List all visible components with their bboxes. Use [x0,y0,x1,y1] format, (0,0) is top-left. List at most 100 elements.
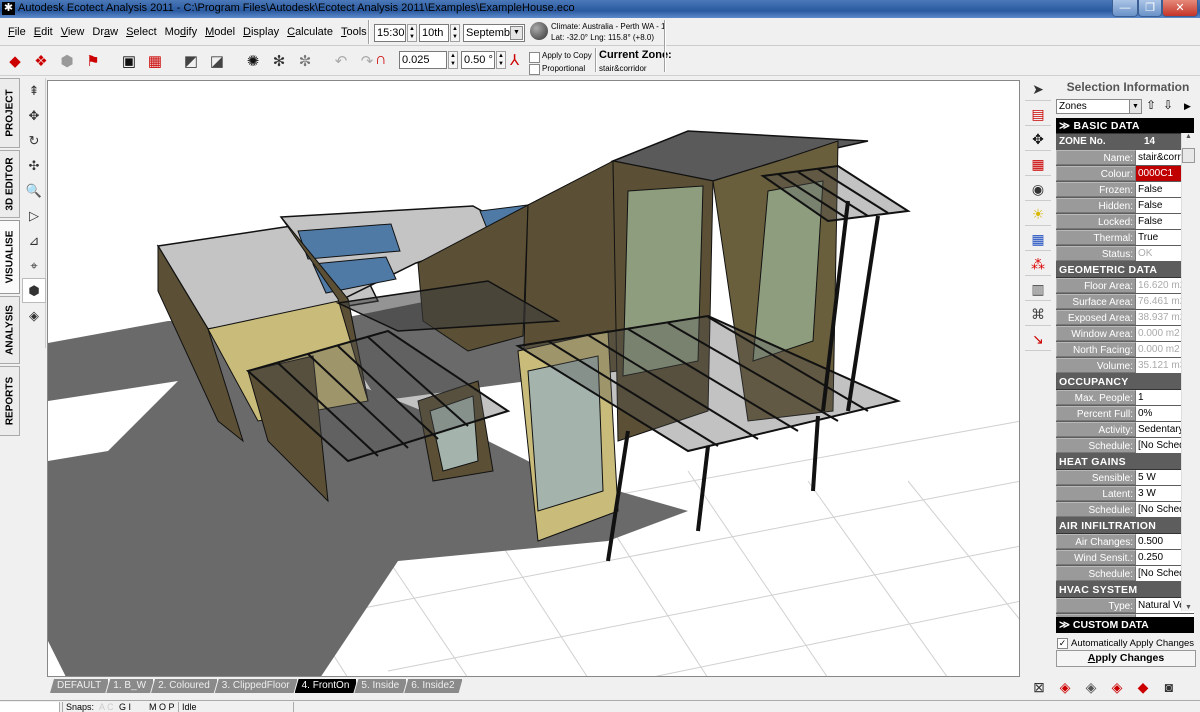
section-header[interactable]: GEOMETRIC DATA [1056,262,1194,278]
section-icon[interactable]: ⊿ [22,228,46,253]
export-icon[interactable]: ⚑ [82,50,104,72]
shading-icon[interactable]: ▦ [144,50,166,72]
apply-label: pply Changes [1095,652,1165,664]
zoom-extents-icon[interactable]: ⊠ [1028,677,1050,697]
3d-viewport[interactable] [47,80,1020,677]
zoom-icon[interactable]: 🔍 [22,178,46,203]
scroll-thumb[interactable] [1182,148,1195,163]
tab-reports[interactable]: REPORTS [0,366,20,436]
time-spinner[interactable]: ▲ ▼ [407,24,417,42]
apply-changes-button[interactable]: Apply Changes [1056,650,1196,667]
view-tab[interactable]: 2. Coloured [151,679,218,693]
menu-display[interactable]: Display [239,26,283,38]
link-icon[interactable]: ⌘ [1025,303,1051,326]
expand-arrow-icon[interactable]: ▶ [1184,101,1191,112]
view-tab[interactable]: DEFAULT [50,679,109,693]
day-spinner[interactable]: ▲ ▼ [450,24,460,42]
view-tab[interactable]: 4. FrontOn [295,679,358,693]
menu-modify[interactable]: Modify [161,26,201,38]
save-icon[interactable]: ⬢ [56,50,78,72]
custom-data-header[interactable]: ≫ CUSTOM DATA [1056,617,1194,633]
bin-icon[interactable]: ▥ [1025,278,1051,301]
section-header[interactable]: ≫ BASIC DATA [1056,118,1194,134]
month-select[interactable]: September ▼ [463,24,525,42]
view-tab[interactable]: 3. ClippedFloor [215,679,298,693]
pan-vertical-icon[interactable]: ⇞ [22,78,46,103]
menu-tools[interactable]: Tools [337,26,371,38]
section-header[interactable]: OCCUPANCY [1056,374,1194,390]
zoom-model-icon[interactable]: ◆ [1132,677,1154,697]
nodes-icon[interactable]: ◈ [22,303,46,328]
export-icon[interactable]: ↘ [1025,328,1051,351]
auto-apply-option[interactable]: ✓ Automatically Apply Changes [1057,637,1197,651]
maximize-button[interactable]: ❐ [1138,0,1162,17]
snap-spinner[interactable]: ▲ ▼ [448,51,458,69]
zoom-selected-icon[interactable]: ◈ [1054,677,1076,697]
view-tab[interactable]: 5. Inside [354,679,407,693]
material-assign-icon[interactable]: ✥ [1025,128,1051,151]
menu-edit[interactable]: Edit [30,26,57,38]
view-tab[interactable]: 6. Inside2 [404,679,462,693]
menu-calculate[interactable]: Calculate [283,26,337,38]
grid-analysis-icon[interactable]: ▦ [1025,228,1051,251]
dolly-icon[interactable]: ✣ [22,153,46,178]
camera-snapshot-icon[interactable]: ◙ [1158,677,1180,697]
day-input[interactable]: 10th [419,24,449,42]
properties-scrollbar[interactable]: ▲ ▼ [1181,133,1195,611]
minimize-button[interactable]: — [1112,0,1138,17]
select-arrow-icon[interactable]: ➤ [1025,78,1051,101]
close-button[interactable]: ✕ [1162,0,1198,17]
magnet-snap-icon[interactable]: ∩ [375,51,387,69]
shade-cube-icon[interactable]: ⬢ [22,278,46,303]
scroll-up-icon[interactable]: ▲ [1182,133,1195,140]
menu-view[interactable]: View [57,26,89,38]
section-header[interactable]: AIR INFILTRATION [1056,518,1194,534]
selection-type-select[interactable]: Zones ▼ [1056,99,1142,114]
pan-icon[interactable]: ✥ [22,103,46,128]
undo-icon[interactable]: ↶ [330,50,352,72]
apply-to-copy-checkbox[interactable] [529,52,540,63]
sun-icon[interactable]: ☀ [1025,203,1051,226]
next-arrow-icon[interactable]: ⇩ [1163,98,1173,112]
proportional-checkbox[interactable] [529,64,540,75]
target-icon[interactable]: ⌖ [22,253,46,278]
thermal-calc-icon[interactable]: ✺ [242,50,264,72]
menu-text: iew [67,26,85,38]
axes-icon[interactable]: ⅄ [510,51,519,69]
shading-icon[interactable]: ▦ [1025,153,1051,176]
eye-visibility-icon[interactable]: ◉ [1025,178,1051,201]
tab-analysis[interactable]: ANALYSIS [0,296,20,364]
new-file-icon[interactable]: ◆ [4,50,26,72]
zone-manager-icon[interactable]: ▤ [1025,103,1051,126]
menu-file[interactable]: File [4,26,30,38]
menu-select[interactable]: Select [122,26,161,38]
previous-arrow-icon[interactable]: ⇧ [1146,98,1156,112]
menu-accel: M [205,26,215,38]
acoustic-calc-icon[interactable]: ✻ [268,50,290,72]
zoom-zone-icon[interactable]: ◈ [1080,677,1102,697]
section-header[interactable]: HEAT GAINS [1056,454,1194,470]
tab-visualise[interactable]: VISUALISE [0,220,20,294]
select-objects-icon[interactable]: ◩ [180,50,202,72]
auto-apply-checkbox[interactable]: ✓ [1057,638,1068,649]
scroll-down-icon[interactable]: ▼ [1182,604,1195,611]
render-icon[interactable]: ▣ [118,50,140,72]
tab-3d-editor[interactable]: 3D EDITOR [0,150,20,218]
orbit-icon[interactable]: ↻ [22,128,46,153]
angle-spinner[interactable]: ▲ ▼ [496,51,506,69]
menu-draw[interactable]: Draw [88,26,122,38]
angle-input[interactable]: 0.50 ° [461,51,495,69]
zoom-grid-icon[interactable]: ◈ [1106,677,1128,697]
open-file-icon[interactable]: ❖ [30,50,52,72]
time-input[interactable]: 15:30 [374,24,406,42]
lighting-calc-icon[interactable]: ✼ [294,50,316,72]
particle-icon[interactable]: ⁂ [1025,253,1051,276]
section-header[interactable]: HVAC SYSTEM [1056,582,1194,598]
view-tab[interactable]: 1. B_W [106,679,154,693]
perspective-icon[interactable]: ▷ [22,203,46,228]
menu-model[interactable]: Model [201,26,239,38]
globe-icon[interactable] [530,22,548,40]
select-nodes-icon[interactable]: ◪ [206,50,228,72]
tab-project[interactable]: PROJECT [0,78,20,148]
snap-increment-input[interactable]: 0.025 [399,51,447,69]
